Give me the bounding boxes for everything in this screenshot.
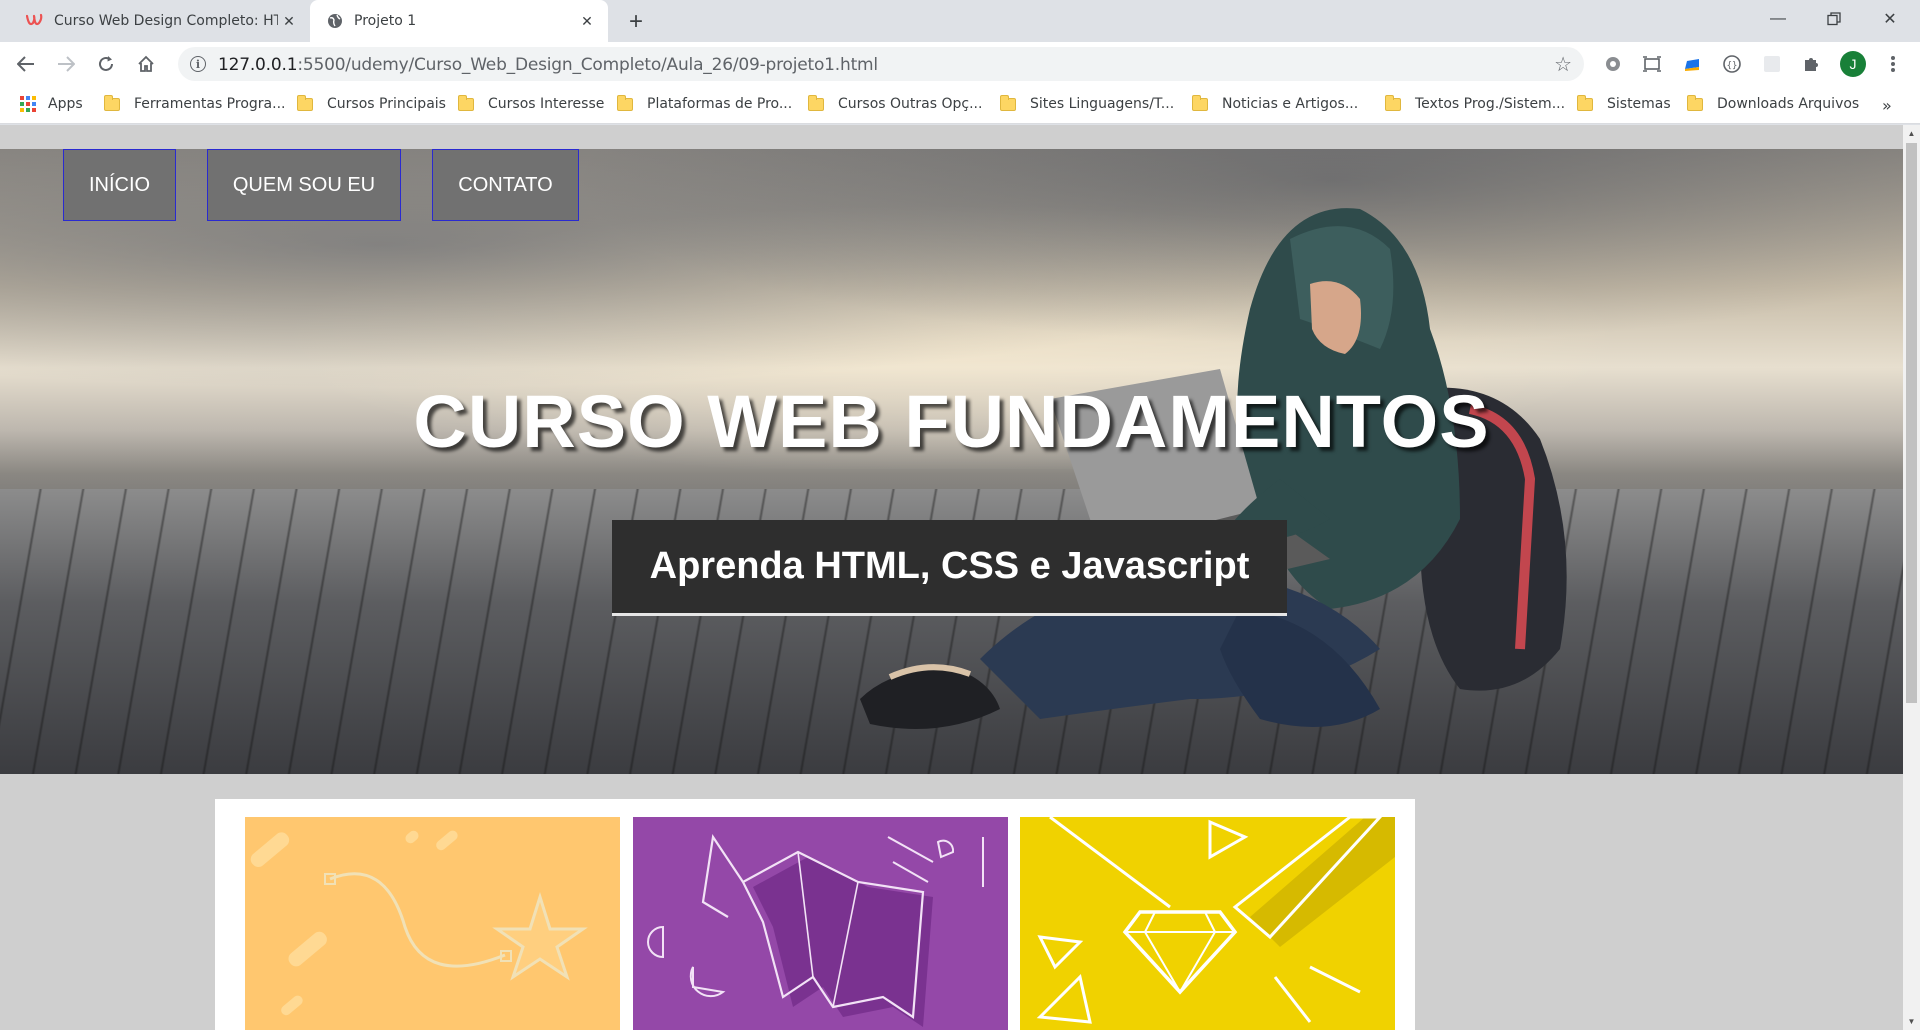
bookmark-folder[interactable]: Cursos Principais (297, 94, 446, 112)
bookmark-folder[interactable]: Sites Linguagens/T... (1000, 94, 1174, 112)
extension-blue-icon[interactable] (1681, 53, 1703, 75)
bookmark-folder[interactable]: Downloads Arquivos (1687, 94, 1859, 112)
screenshot-icon[interactable] (1641, 53, 1663, 75)
folder-icon (617, 94, 633, 111)
folder-icon (1192, 94, 1208, 111)
svg-text:{}: {} (1727, 61, 1738, 71)
scrollbar-thumb[interactable] (1906, 143, 1917, 703)
menu-kebab-icon[interactable] (1882, 53, 1904, 75)
forward-icon[interactable] (50, 48, 82, 80)
tab-projeto[interactable]: Projeto 1 ✕ (310, 0, 608, 42)
folder-icon (1000, 94, 1016, 111)
card-origami-elephant[interactable] (633, 817, 1008, 1030)
tab-title: Projeto 1 (354, 13, 417, 29)
nav-quem-sou-eu[interactable]: QUEM SOU EU (207, 149, 401, 221)
bookmark-folder[interactable]: Plataformas de Pro... (617, 94, 792, 112)
folder-icon (458, 94, 474, 111)
folder-icon (104, 94, 120, 111)
extension-gear-icon[interactable] (1602, 53, 1624, 75)
folder-icon (1385, 94, 1401, 111)
folder-icon (808, 94, 824, 111)
origami-elephant-illustration (647, 834, 984, 1027)
hero-person-illustration (860, 208, 1567, 729)
back-icon[interactable] (10, 48, 42, 80)
tab-title: Curso Web Design Completo: HT (54, 13, 278, 29)
new-tab-button[interactable]: + (622, 8, 650, 36)
main-nav: INÍCIO QUEM SOU EU CONTATO (0, 149, 1903, 221)
nav-inicio[interactable]: INÍCIO (63, 149, 176, 221)
folder-icon (297, 94, 313, 111)
folder-icon (1687, 94, 1703, 111)
card-diamond-pencil[interactable] (1020, 817, 1395, 1030)
blank-extension-icon[interactable] (1761, 53, 1783, 75)
more-bookmarks-chevron[interactable]: » (1882, 96, 1892, 115)
bookmark-folder[interactable]: Sistemas (1577, 94, 1671, 112)
bookmark-folder[interactable]: Ferramentas Progra... (104, 94, 285, 112)
page-viewport: INÍCIO QUEM SOU EU CONTATO CURSO WEB FUN… (0, 125, 1903, 1030)
bookmark-apps[interactable]: Apps (20, 96, 83, 112)
hero-subtitle: Aprenda HTML, CSS e Javascript (612, 520, 1287, 616)
bookmark-folder[interactable]: Cursos Outras Opç... (808, 94, 982, 112)
cards-section (215, 799, 1415, 1030)
hero-section: INÍCIO QUEM SOU EU CONTATO CURSO WEB FUN… (0, 149, 1903, 774)
folder-icon (1577, 94, 1593, 111)
url-text: 127.0.0.1:5500/udemy/Curso_Web_Design_Co… (218, 55, 878, 75)
reload-icon[interactable] (90, 48, 122, 80)
apps-grid-icon (20, 96, 36, 112)
extensions-puzzle-icon[interactable] (1800, 53, 1822, 75)
bookmark-folder[interactable]: Noticias e Artigos... (1192, 94, 1358, 112)
hero-title: CURSO WEB FUNDAMENTOS (413, 380, 1490, 463)
site-info-icon[interactable]: i (190, 56, 206, 72)
profile-avatar[interactable]: J (1840, 51, 1866, 77)
restore-icon[interactable] (1806, 0, 1862, 38)
globe-icon (326, 12, 344, 30)
curve-star-illustration (250, 830, 588, 1016)
home-icon[interactable] (130, 48, 162, 80)
scroll-up-icon[interactable]: ▲ (1903, 125, 1920, 142)
bookmark-folder[interactable]: Cursos Interesse (458, 94, 604, 112)
address-bar[interactable]: i 127.0.0.1:5500/udemy/Curso_Web_Design_… (178, 47, 1584, 81)
nav-contato[interactable]: CONTATO (432, 149, 579, 221)
udemy-icon (26, 12, 44, 30)
bookmarks-bar: Apps Ferramentas Progra... Cursos Princi… (0, 86, 1920, 124)
close-window-icon[interactable]: ✕ (1862, 0, 1918, 38)
close-tab-icon[interactable]: ✕ (278, 10, 300, 32)
tab-udemy[interactable]: Curso Web Design Completo: HT ✕ (10, 0, 310, 42)
code-extension-icon[interactable]: {} (1721, 53, 1743, 75)
page-scrollbar[interactable]: ▲ ▼ (1903, 125, 1920, 1030)
bookmark-star-icon[interactable]: ☆ (1554, 52, 1572, 77)
bookmark-folder[interactable]: Textos Prog./Sistem... (1385, 94, 1565, 112)
browser-toolbar: i 127.0.0.1:5500/udemy/Curso_Web_Design_… (0, 42, 1920, 86)
scroll-down-icon[interactable]: ▼ (1903, 1013, 1920, 1030)
close-tab-icon[interactable]: ✕ (576, 10, 598, 32)
diamond-pencil-illustration (1036, 817, 1395, 1024)
tab-strip: Curso Web Design Completo: HT ✕ Projeto … (0, 0, 1920, 42)
card-curve-star[interactable] (245, 817, 620, 1030)
minimize-icon[interactable]: — (1750, 0, 1806, 38)
